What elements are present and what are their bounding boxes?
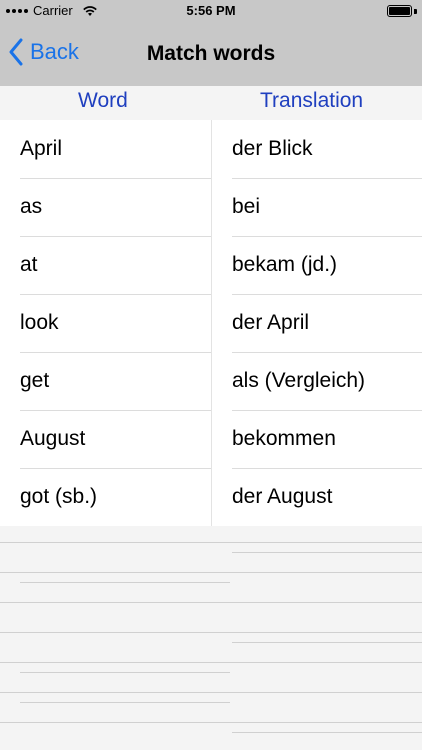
word-column-header: Word <box>78 89 128 112</box>
translation-cell[interactable]: bekommen <box>232 410 422 468</box>
divider <box>0 662 422 663</box>
page-title: Match words <box>146 42 276 65</box>
word-cell[interactable]: as <box>20 178 211 236</box>
match-table: April as at look get August got (sb.) de… <box>0 120 422 526</box>
battery-icon <box>387 5 412 17</box>
divider <box>232 552 422 553</box>
word-list: April as at look get August got (sb.) <box>0 120 211 526</box>
divider <box>0 722 422 723</box>
word-cell[interactable]: look <box>20 294 211 352</box>
status-bar: Carrier 5:56 PM <box>0 0 422 22</box>
navigation-bar: Back Match words <box>0 22 422 86</box>
column-headers: Word Translation <box>0 86 422 120</box>
translation-column-header: Translation <box>260 89 364 112</box>
word-cell[interactable]: August <box>20 410 211 468</box>
divider <box>0 632 422 633</box>
word-cell[interactable]: April <box>20 120 211 178</box>
divider <box>0 572 422 573</box>
translation-cell[interactable]: der August <box>232 468 422 526</box>
empty-list-area <box>0 526 422 750</box>
divider <box>0 692 422 693</box>
divider <box>0 542 422 543</box>
divider <box>232 642 422 643</box>
translation-cell[interactable]: bekam (jd.) <box>232 236 422 294</box>
translation-cell[interactable]: der April <box>232 294 422 352</box>
translation-cell[interactable]: bei <box>232 178 422 236</box>
divider <box>20 702 230 703</box>
translation-cell[interactable]: der Blick <box>232 120 422 178</box>
translation-list: der Blick bei bekam (jd.) der April als … <box>212 120 422 526</box>
battery-tip <box>414 9 417 14</box>
divider <box>0 602 422 603</box>
word-cell[interactable]: got (sb.) <box>20 468 211 526</box>
divider <box>232 732 422 733</box>
status-time: 5:56 PM <box>186 3 236 18</box>
translation-cell[interactable]: als (Vergleich) <box>232 352 422 410</box>
word-cell[interactable]: get <box>20 352 211 410</box>
word-cell[interactable]: at <box>20 236 211 294</box>
divider <box>20 582 230 583</box>
divider <box>20 672 230 673</box>
